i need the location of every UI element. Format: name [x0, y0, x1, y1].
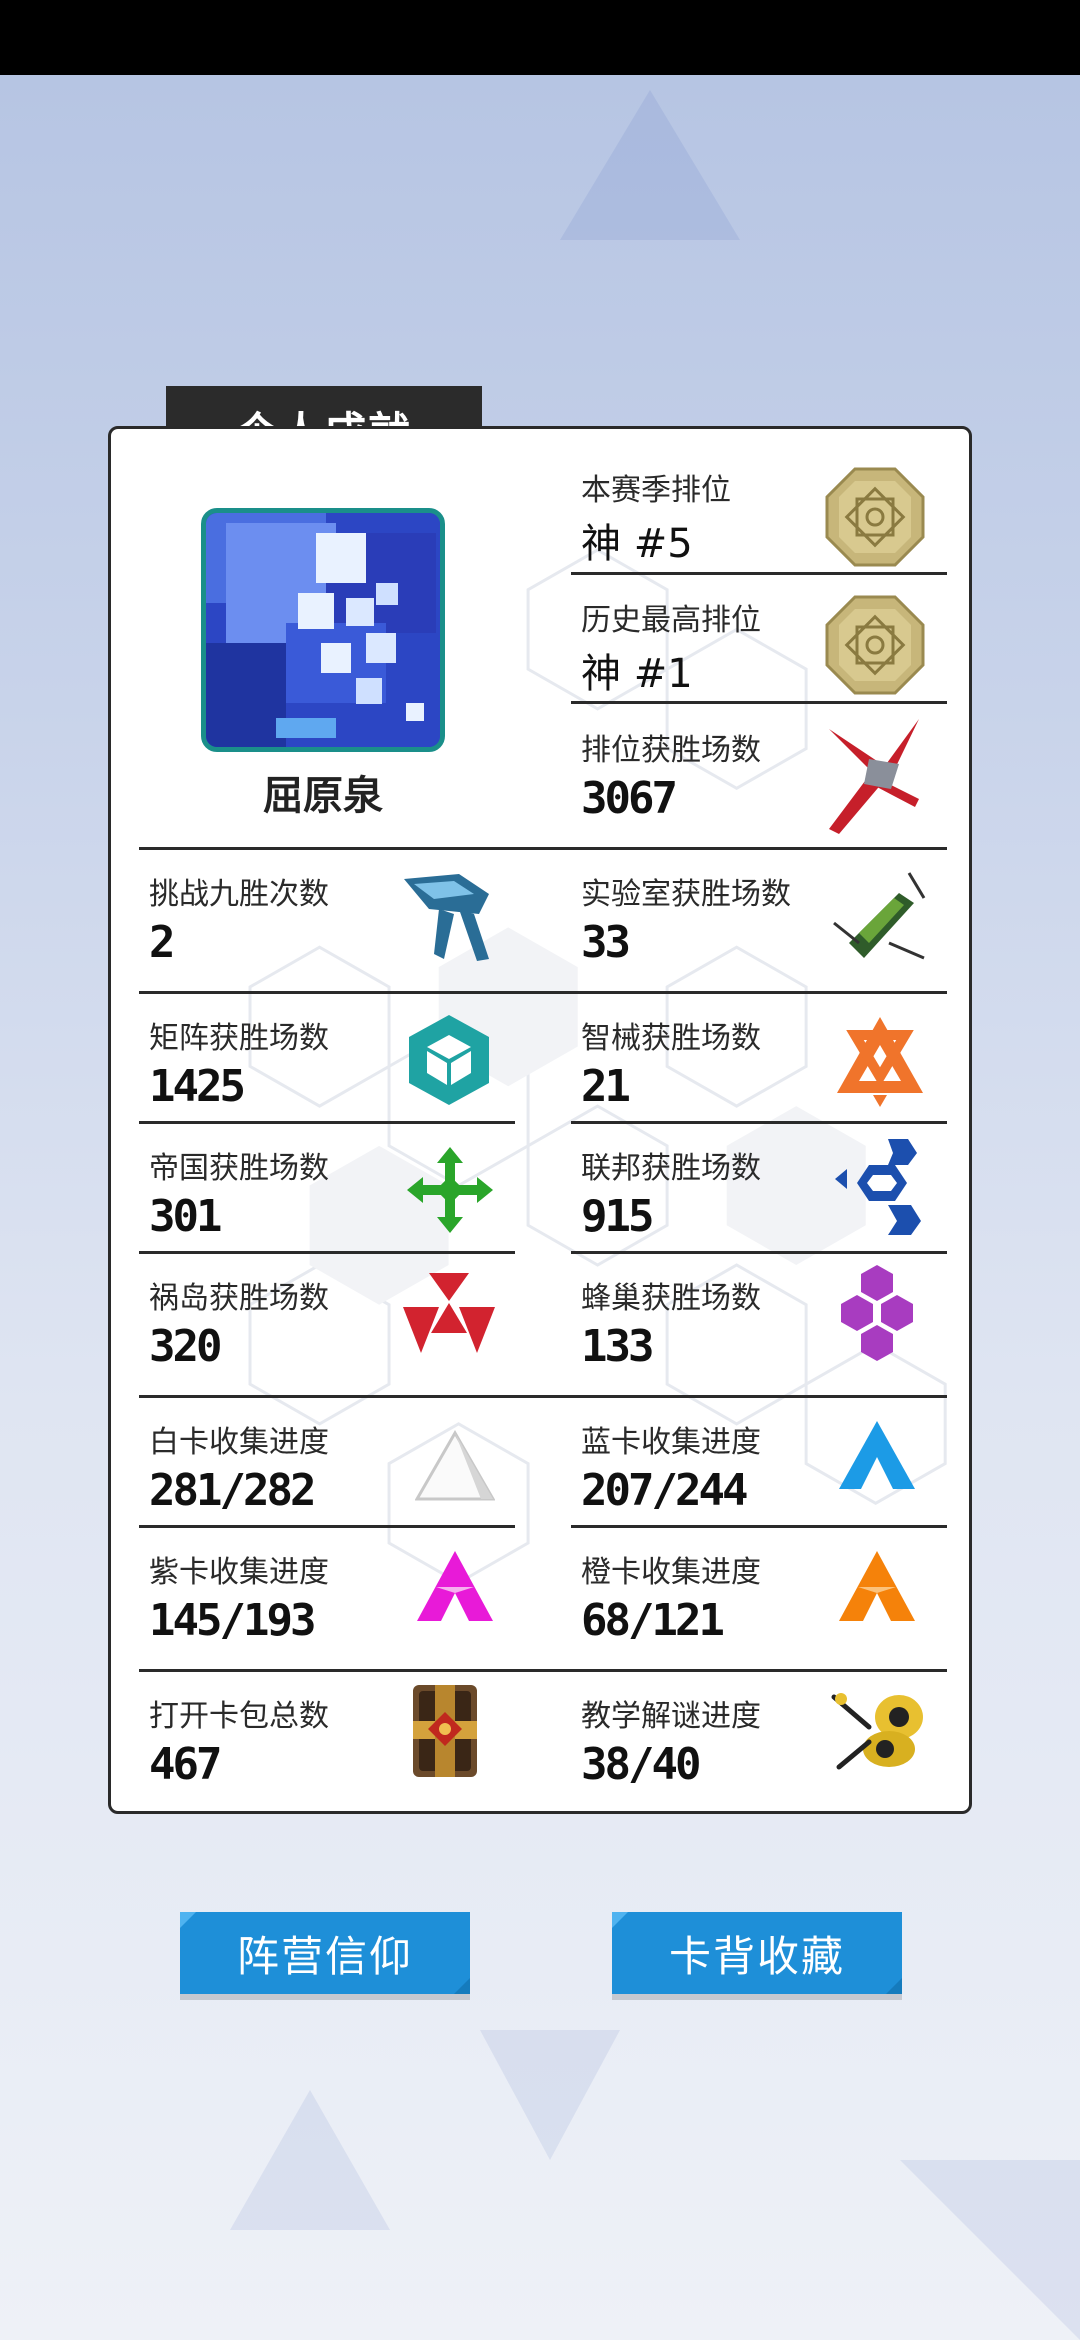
stat-value: 38/40 [581, 1739, 701, 1790]
stat-lab-wins: 实验室获胜场数 33 [581, 869, 951, 968]
white-triangle-icon [415, 1429, 495, 1501]
federation-hex-icon [835, 1139, 921, 1235]
stat-value: 145/193 [149, 1595, 316, 1646]
divider [571, 1251, 947, 1254]
stat-label: 排位获胜场数 [581, 733, 761, 768]
stat-purple-cards: 紫卡收集进度 145/193 [149, 1547, 529, 1646]
red-ship-icon [829, 719, 919, 834]
background-triangle [560, 90, 740, 240]
stat-label: 白卡收集进度 [149, 1425, 329, 1460]
stat-federation-wins: 联邦获胜场数 915 [581, 1139, 951, 1242]
stat-tutorial-progress: 教学解谜进度 38/40 [581, 1691, 951, 1790]
stat-label: 矩阵获胜场数 [149, 1021, 329, 1056]
background-triangle [230, 2090, 390, 2230]
background-triangle [900, 2160, 1080, 2340]
stat-value: 915 [581, 1191, 655, 1242]
avatar-image [206, 513, 440, 747]
empire-cross-icon [407, 1147, 493, 1233]
divider [139, 847, 947, 850]
divider [571, 1525, 947, 1528]
stat-label: 联邦获胜场数 [581, 1151, 761, 1186]
stat-label: 历史最高排位 [581, 603, 761, 638]
stat-value: 3067 [581, 773, 678, 824]
card-back-collection-button[interactable]: 卡背收藏 [612, 1912, 902, 1994]
stat-label: 祸岛获胜场数 [149, 1281, 329, 1316]
calamity-triangles-icon [403, 1273, 495, 1353]
stat-calamity-wins: 祸岛获胜场数 320 [149, 1273, 529, 1372]
divider [139, 1669, 947, 1672]
stat-label: 教学解谜进度 [581, 1699, 761, 1734]
medal-icon [825, 595, 925, 695]
stat-ranked-wins: 排位获胜场数 3067 [581, 719, 951, 834]
divider [571, 572, 947, 575]
stat-label: 帝国获胜场数 [149, 1151, 329, 1186]
matrix-cube-icon [409, 1015, 489, 1105]
stat-best-rank: 历史最高排位 神 #1 [581, 595, 951, 697]
blue-triangle-icon [839, 1421, 915, 1489]
medal-icon [825, 467, 925, 567]
stat-empire-wins: 帝国获胜场数 301 [149, 1143, 529, 1242]
stat-label: 智械获胜场数 [581, 1021, 761, 1056]
stat-label: 挑战九胜次数 [149, 877, 329, 912]
stat-blue-cards: 蓝卡收集进度 207/244 [581, 1417, 951, 1516]
stat-orange-cards: 橙卡收集进度 68/121 [581, 1547, 951, 1646]
stat-label: 蜂巢获胜场数 [581, 1281, 761, 1316]
stat-label: 蓝卡收集进度 [581, 1425, 761, 1460]
hive-hexagons-icon [841, 1265, 913, 1361]
divider [139, 1251, 515, 1254]
mech-triangle-icon [837, 1017, 923, 1107]
puzzle-drone-icon [831, 1693, 923, 1770]
stat-value: 281/282 [149, 1465, 316, 1516]
background-triangle [480, 2030, 620, 2160]
stat-value: 301 [149, 1191, 223, 1242]
green-ship-icon [833, 872, 926, 960]
orange-triangle-icon [839, 1551, 915, 1621]
stat-label: 橙卡收集进度 [581, 1555, 761, 1590]
avatar[interactable] [201, 508, 445, 752]
divider [139, 1395, 947, 1398]
stat-season-rank: 本赛季排位 神 #5 [581, 465, 951, 567]
stat-matrix-wins: 矩阵获胜场数 1425 [149, 1013, 529, 1112]
divider [139, 1525, 515, 1528]
stat-value: 21 [581, 1061, 631, 1112]
blue-ship-icon [404, 874, 489, 961]
username: 屈原泉 [263, 773, 383, 819]
stat-value: 33 [581, 917, 631, 968]
stat-value: 207/244 [581, 1465, 748, 1516]
card-pack-icon [413, 1685, 477, 1777]
stat-mechanical-wins: 智械获胜场数 21 [581, 1013, 951, 1112]
stat-value: 68/121 [581, 1595, 725, 1646]
divider [571, 1121, 947, 1124]
stat-packs-opened: 打开卡包总数 467 [149, 1685, 529, 1790]
divider [139, 1121, 515, 1124]
stat-hive-wins: 蜂巢获胜场数 133 [581, 1265, 951, 1372]
divider [139, 991, 947, 994]
stat-value: 1425 [149, 1061, 246, 1112]
stat-label: 紫卡收集进度 [149, 1555, 329, 1590]
achievements-card: 屈原泉 本赛季排位 神 #5 历史最高排位 神 #1 排位获胜场数 3067 挑 [108, 426, 972, 1814]
stat-value: 320 [149, 1321, 223, 1372]
stat-value: 2 [149, 917, 175, 968]
stat-label: 实验室获胜场数 [581, 877, 791, 912]
status-bar [0, 0, 1080, 75]
stat-white-cards: 白卡收集进度 281/282 [149, 1417, 529, 1516]
stat-value: 神 #1 [581, 651, 693, 697]
divider [571, 701, 947, 704]
stat-label: 打开卡包总数 [149, 1699, 329, 1734]
stat-value: 133 [581, 1321, 655, 1372]
purple-triangle-icon [417, 1551, 493, 1621]
stat-value: 神 #5 [581, 521, 693, 567]
faction-faith-button[interactable]: 阵营信仰 [180, 1912, 470, 1994]
stat-nine-win-challenges: 挑战九胜次数 2 [149, 869, 529, 968]
stat-label: 本赛季排位 [581, 473, 731, 508]
stat-value: 467 [149, 1739, 223, 1790]
